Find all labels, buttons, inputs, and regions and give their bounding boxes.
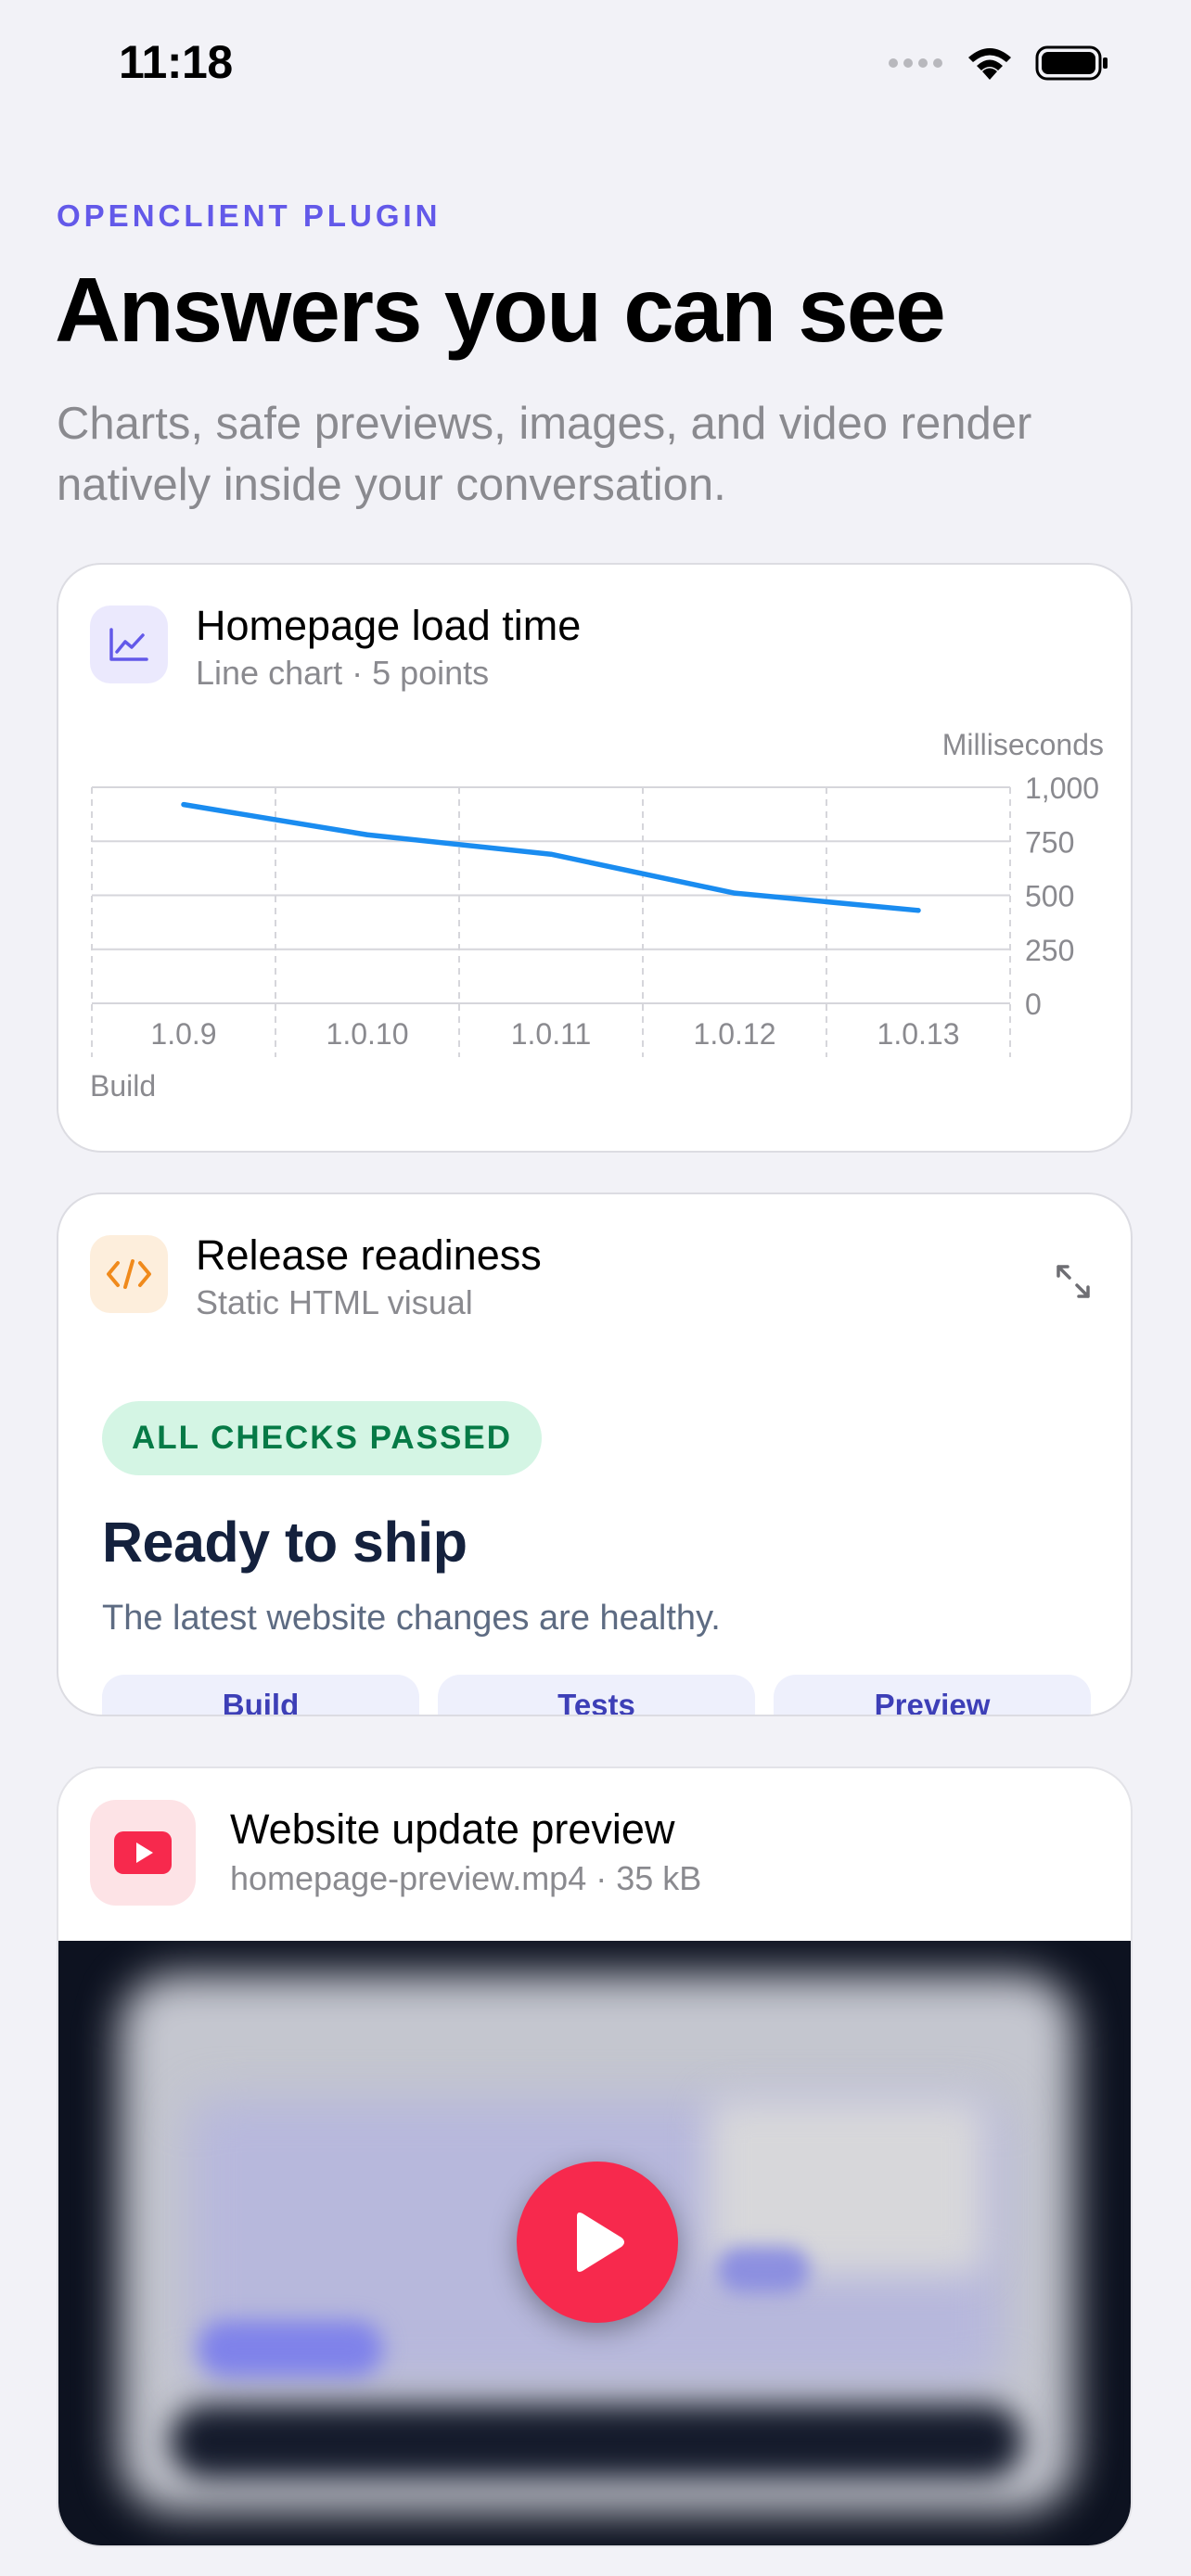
battery-icon — [1035, 45, 1108, 81]
y-tick-label: 1,000 — [1025, 772, 1099, 805]
x-tick-label: 1.0.11 — [511, 1017, 592, 1051]
video-thumbnail-bar — [170, 2404, 1023, 2479]
cellular-signal-icon — [889, 58, 942, 68]
data-point — [548, 851, 554, 857]
play-icon — [577, 2213, 624, 2272]
page-title: Answers you can see — [55, 259, 946, 361]
chart-card[interactable]: Homepage load time Line chart · 5 points… — [57, 563, 1133, 1153]
data-point — [365, 832, 370, 837]
readiness-card-title: Release readiness — [196, 1231, 542, 1279]
y-tick-label: 0 — [1025, 988, 1042, 1021]
y-tick-label: 250 — [1025, 934, 1074, 967]
x-tick-label: 1.0.13 — [877, 1017, 960, 1051]
code-icon — [90, 1235, 168, 1313]
data-point — [916, 908, 921, 913]
video-file-meta: homepage-preview.mp4 · 35 kB — [230, 1859, 702, 1897]
line-chart: 1,000 750 500 250 0 1.0.9 1.0.10 1.0.11 1.0.12 1.… — [90, 728, 1104, 1103]
status-icons — [887, 45, 1109, 82]
youtube-play-icon — [114, 1831, 172, 1874]
page-subtitle: Charts, safe previews, images, and video… — [57, 399, 1032, 510]
expand-icon — [1057, 1265, 1090, 1298]
tests-pill: Tests — [438, 1675, 755, 1715]
data-point — [181, 802, 186, 808]
status-badge: ALL CHECKS PASSED — [102, 1401, 542, 1475]
status-time: 11:18 — [119, 36, 233, 88]
data-point — [732, 890, 737, 896]
expand-button[interactable] — [1047, 1256, 1099, 1307]
y-axis-label: Milliseconds — [942, 728, 1104, 761]
video-player[interactable] — [58, 1941, 1131, 2545]
x-tick-label: 1.0.9 — [150, 1017, 216, 1051]
readiness-heading: Ready to ship — [102, 1511, 467, 1574]
video-card[interactable]: Website update preview homepage-preview.… — [57, 1766, 1133, 2547]
video-thumbnail-chip — [717, 2247, 810, 2293]
play-button[interactable] — [517, 2162, 678, 2323]
video-thumbnail-button — [198, 2321, 383, 2377]
readiness-description: The latest website changes are healthy. — [102, 1599, 721, 1638]
status-bar: 11:18 — [0, 0, 1191, 130]
y-tick-label: 750 — [1025, 825, 1074, 859]
x-tick-label: 1.0.10 — [327, 1017, 409, 1051]
preview-pill: Preview — [774, 1675, 1091, 1715]
x-axis-label: Build — [90, 1069, 156, 1103]
x-tick-label: 1.0.12 — [694, 1017, 776, 1051]
build-pill: Build — [102, 1675, 419, 1715]
wifi-icon — [968, 48, 1011, 80]
video-card-title: Website update preview — [230, 1805, 675, 1853]
y-tick-label: 500 — [1025, 880, 1074, 913]
release-readiness-card[interactable]: Release readiness Static HTML visual ALL… — [57, 1192, 1133, 1716]
video-file-icon — [90, 1800, 196, 1906]
section-eyebrow: OPENCLIENT PLUGIN — [57, 198, 442, 233]
readiness-card-subtitle: Static HTML visual — [196, 1283, 473, 1321]
